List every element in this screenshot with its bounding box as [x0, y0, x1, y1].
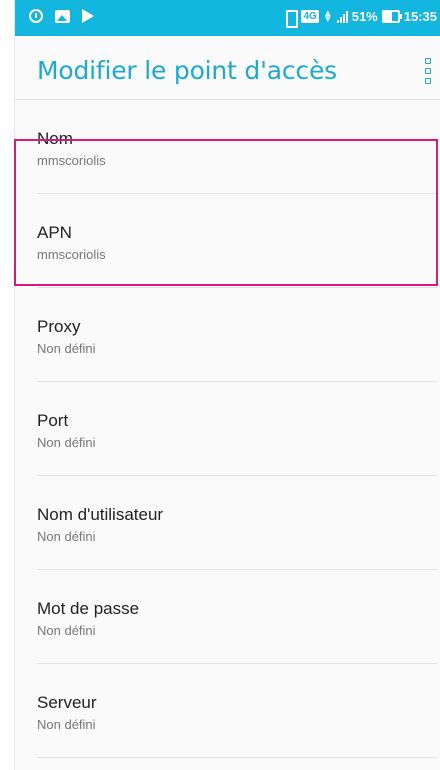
- divider: [37, 757, 437, 758]
- setting-password[interactable]: Mot de passe Non défini: [15, 570, 440, 664]
- overflow-menu-icon[interactable]: [421, 58, 435, 84]
- setting-username[interactable]: Nom d'utilisateur Non défini: [15, 476, 440, 570]
- network-type-badge: 4G: [301, 10, 319, 23]
- setting-value: Non défini: [37, 529, 96, 544]
- setting-label: Proxy: [37, 317, 81, 336]
- status-bar: 4G ▲ ▼ 51% 15:35: [15, 0, 440, 36]
- alarm-icon: [29, 9, 43, 23]
- image-icon: [55, 9, 70, 23]
- setting-label: Port: [37, 411, 69, 430]
- setting-label: Nom: [37, 129, 73, 148]
- battery-icon: [381, 10, 402, 23]
- setting-value: Non défini: [37, 623, 96, 638]
- battery-percent: 51%: [351, 9, 378, 24]
- overflow-dot: [425, 58, 431, 64]
- overflow-dot: [425, 68, 431, 74]
- data-arrows-icon: ▲ ▼: [322, 7, 333, 25]
- setting-value: Non défini: [37, 717, 96, 732]
- overflow-dot: [425, 78, 431, 84]
- status-bar-system: 4G ▲ ▼ 51% 15:35: [283, 7, 437, 28]
- play-icon: [82, 9, 94, 23]
- setting-value: mmscoriolis: [37, 153, 106, 168]
- phone-screen: 4G ▲ ▼ 51% 15:35 Modifier le point d'accè…: [14, 0, 440, 770]
- setting-value: mmscoriolis: [37, 247, 106, 262]
- setting-label: APN: [37, 223, 72, 242]
- setting-port[interactable]: Port Non défini: [15, 382, 440, 476]
- clock: 15:35: [403, 9, 437, 24]
- setting-value: Non défini: [37, 435, 96, 450]
- setting-label: Mot de passe: [37, 599, 140, 618]
- setting-proxy[interactable]: Proxy Non défini: [15, 288, 440, 382]
- vibrate-icon: [283, 9, 299, 28]
- status-bar-notifications: [29, 9, 94, 23]
- setting-server[interactable]: Serveur Non défini: [15, 664, 440, 758]
- signal-icon: [336, 10, 348, 23]
- page-title: Modifier le point d'accès: [37, 56, 337, 85]
- setting-value: Non défini: [37, 341, 96, 356]
- apn-settings-list: Nom mmscoriolis APN mmscoriolis Proxy No…: [15, 100, 440, 758]
- setting-apn[interactable]: APN mmscoriolis: [15, 194, 440, 288]
- setting-label: Nom d'utilisateur: [37, 505, 164, 524]
- setting-nom[interactable]: Nom mmscoriolis: [15, 100, 440, 194]
- app-bar: Modifier le point d'accès: [15, 36, 440, 100]
- setting-label: Serveur: [37, 693, 97, 712]
